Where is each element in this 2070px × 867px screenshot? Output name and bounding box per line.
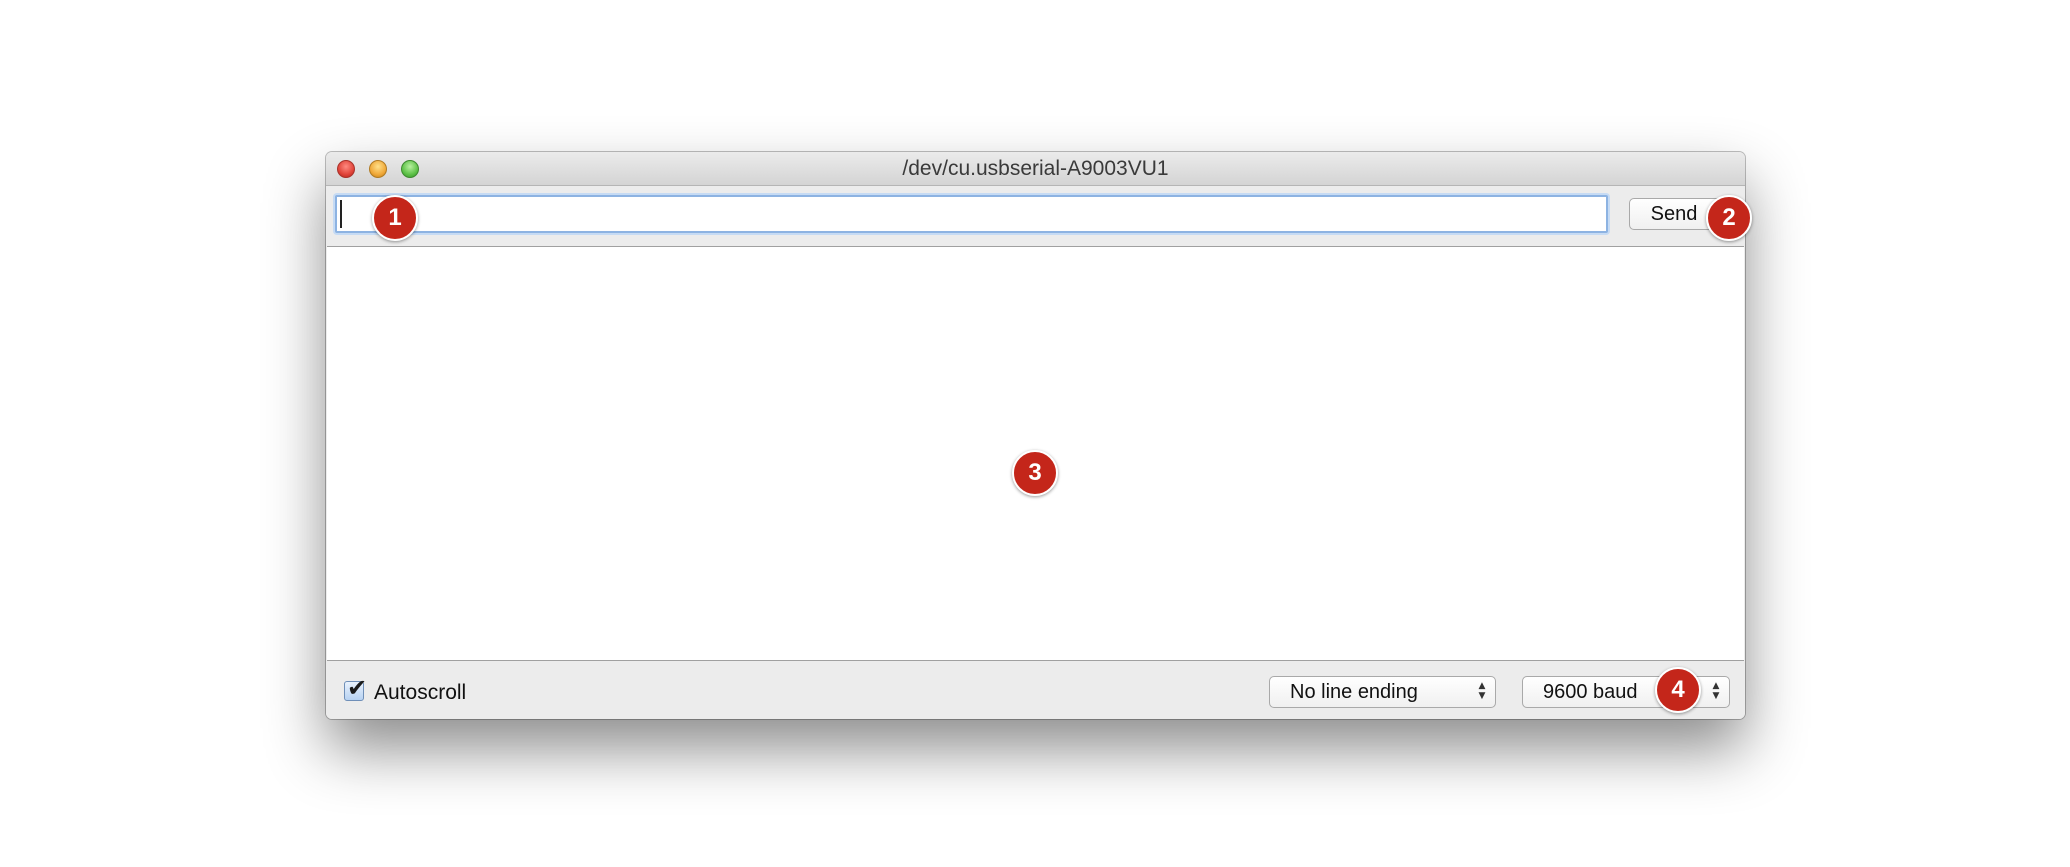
annotation-marker-2: 2 xyxy=(1706,195,1752,241)
minimize-icon[interactable] xyxy=(369,160,387,178)
bottom-bar: ✔ Autoscroll No line ending ▲ ▼ 9600 baud… xyxy=(326,661,1745,719)
text-caret xyxy=(340,200,342,228)
up-down-arrows-icon: ▲ ▼ xyxy=(1478,681,1486,701)
autoscroll-checkbox[interactable]: ✔ xyxy=(344,676,367,701)
autoscroll-label[interactable]: Autoscroll xyxy=(374,681,466,705)
checkmark-icon: ✔ xyxy=(347,674,368,702)
annotation-marker-4: 4 xyxy=(1655,667,1701,713)
zoom-icon[interactable] xyxy=(401,160,419,178)
close-icon[interactable] xyxy=(337,160,355,178)
serial-input[interactable] xyxy=(335,195,1608,233)
line-ending-value: No line ending xyxy=(1290,681,1418,703)
window-title: /dev/cu.usbserial-A9003VU1 xyxy=(902,157,1169,180)
input-row: Send xyxy=(326,186,1745,240)
baud-rate-value: 9600 baud xyxy=(1543,681,1638,703)
annotation-marker-1: 1 xyxy=(372,195,418,241)
up-down-arrows-icon: ▲ ▼ xyxy=(1712,681,1720,701)
serial-monitor-window: /dev/cu.usbserial-A9003VU1 Send ✔ Autosc… xyxy=(326,152,1745,719)
annotation-marker-3: 3 xyxy=(1012,450,1058,496)
line-ending-select[interactable]: No line ending ▲ ▼ xyxy=(1269,676,1496,708)
title-bar[interactable]: /dev/cu.usbserial-A9003VU1 xyxy=(326,152,1745,186)
